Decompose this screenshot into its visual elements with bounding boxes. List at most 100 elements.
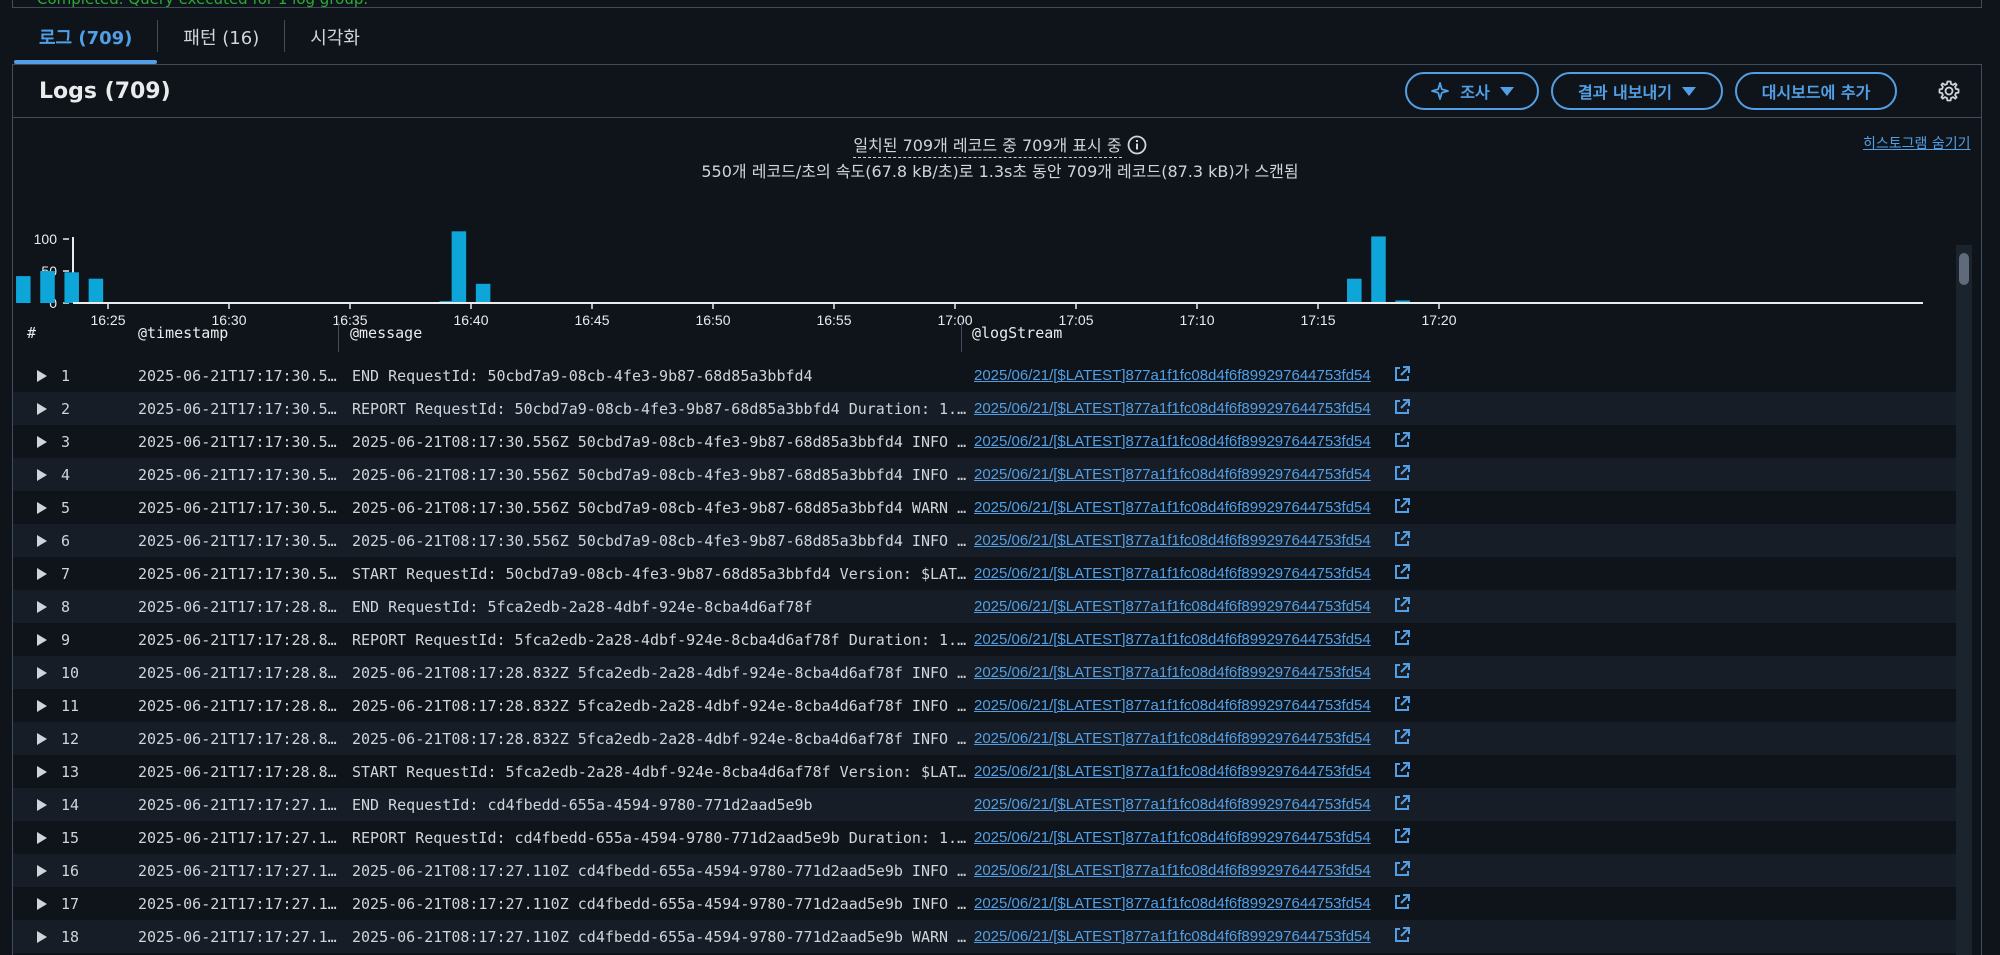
external-link-icon[interactable]	[1393, 662, 1411, 680]
table-row[interactable]: 17 2025-06-21T17:17:27.110+09:00 2025-06-2…	[13, 887, 1963, 920]
row-logstream-link[interactable]: 2025/06/21/[$LATEST]877a1f1fc08d4f6f8992…	[974, 829, 1371, 846]
external-link-icon[interactable]	[1393, 497, 1411, 515]
expand-row-icon[interactable]	[37, 931, 47, 943]
external-link-icon[interactable]	[1393, 827, 1411, 845]
expand-row-icon[interactable]	[37, 634, 47, 646]
table-row[interactable]: 7 2025-06-21T17:17:30.556+09:00 START Requ…	[13, 557, 1963, 590]
table-row[interactable]: 9 2025-06-21T17:17:28.832+09:00 REPORT Req…	[13, 623, 1963, 656]
table-row[interactable]: 6 2025-06-21T17:17:30.556+09:00 2025-06-21…	[13, 524, 1963, 557]
gear-icon[interactable]	[1937, 79, 1961, 103]
row-logstream-link[interactable]: 2025/06/21/[$LATEST]877a1f1fc08d4f6f8992…	[974, 895, 1371, 912]
histogram-bar[interactable]	[88, 278, 104, 303]
expand-row-icon[interactable]	[37, 898, 47, 910]
row-logstream-link[interactable]: 2025/06/21/[$LATEST]877a1f1fc08d4f6f8992…	[974, 796, 1371, 813]
scrollbar-thumb[interactable]	[1959, 253, 1969, 285]
table-row[interactable]: 18 2025-06-21T17:17:27.110+09:00 2025-06-2…	[13, 920, 1963, 953]
external-link-icon[interactable]	[1393, 530, 1411, 548]
histogram-bar[interactable]	[16, 276, 31, 303]
add-to-dashboard-button[interactable]: 대시보드에 추가	[1735, 72, 1897, 110]
column-header-message[interactable]: @message	[350, 324, 422, 342]
row-index: 13	[61, 763, 80, 781]
external-link-icon[interactable]	[1393, 893, 1411, 911]
external-link-icon[interactable]	[1393, 365, 1411, 383]
table-row[interactable]: 15 2025-06-21T17:17:27.110+09:00 REPORT Re…	[13, 821, 1963, 854]
row-logstream-link[interactable]: 2025/06/21/[$LATEST]877a1f1fc08d4f6f8992…	[974, 598, 1371, 615]
expand-row-icon[interactable]	[37, 469, 47, 481]
histogram-bar[interactable]	[475, 283, 491, 303]
tab-logs[interactable]: 로그 (709)	[14, 14, 158, 64]
expand-row-icon[interactable]	[37, 370, 47, 382]
table-row[interactable]: 14 2025-06-21T17:17:27.110+09:00 END Reque…	[13, 788, 1963, 821]
histogram-bar[interactable]	[1371, 236, 1386, 303]
table-row[interactable]: 1 2025-06-21T17:17:30.556+09:00 END Reques…	[13, 359, 1963, 392]
row-logstream-link[interactable]: 2025/06/21/[$LATEST]877a1f1fc08d4f6f8992…	[974, 862, 1371, 879]
table-row[interactable]: 5 2025-06-21T17:17:30.556+09:00 2025-06-21…	[13, 491, 1963, 524]
external-link-icon[interactable]	[1393, 926, 1411, 944]
external-link-icon[interactable]	[1393, 464, 1411, 482]
expand-row-icon[interactable]	[37, 700, 47, 712]
external-link-icon[interactable]	[1393, 563, 1411, 581]
expand-row-icon[interactable]	[37, 766, 47, 778]
table-row[interactable]: 4 2025-06-21T17:17:30.556+09:00 2025-06-21…	[13, 458, 1963, 491]
table-row[interactable]: 12 2025-06-21T17:17:28.832+09:00 2025-06-2…	[13, 722, 1963, 755]
row-logstream-link[interactable]: 2025/06/21/[$LATEST]877a1f1fc08d4f6f8992…	[974, 763, 1371, 780]
column-header-timestamp[interactable]: @timestamp	[138, 324, 228, 342]
external-link-icon[interactable]	[1393, 794, 1411, 812]
expand-row-icon[interactable]	[37, 403, 47, 415]
table-row[interactable]: 8 2025-06-21T17:17:28.832+09:00 END Reques…	[13, 590, 1963, 623]
row-timestamp: 2025-06-21T17:17:30.556+09:00	[138, 466, 344, 484]
row-message: 2025-06-21T08:17:30.556Z 50cbd7a9-08cb-4…	[352, 466, 968, 484]
table-row[interactable]: 13 2025-06-21T17:17:28.832+09:00 START Req…	[13, 755, 1963, 788]
external-link-icon[interactable]	[1393, 695, 1411, 713]
row-logstream-link[interactable]: 2025/06/21/[$LATEST]877a1f1fc08d4f6f8992…	[974, 400, 1371, 417]
table-row[interactable]: 3 2025-06-21T17:17:30.556+09:00 2025-06-21…	[13, 425, 1963, 458]
row-logstream-link[interactable]: 2025/06/21/[$LATEST]877a1f1fc08d4f6f8992…	[974, 631, 1371, 648]
external-link-icon[interactable]	[1393, 761, 1411, 779]
expand-row-icon[interactable]	[37, 832, 47, 844]
hide-histogram-link[interactable]: 히스토그램 숨기기	[1863, 133, 1971, 153]
row-logstream-link[interactable]: 2025/06/21/[$LATEST]877a1f1fc08d4f6f8992…	[974, 466, 1371, 483]
table-row[interactable]: 16 2025-06-21T17:17:27.110+09:00 2025-06-2…	[13, 854, 1963, 887]
investigate-button[interactable]: 조사	[1405, 72, 1539, 110]
external-link-icon[interactable]	[1393, 431, 1411, 449]
row-logstream-link[interactable]: 2025/06/21/[$LATEST]877a1f1fc08d4f6f8992…	[974, 433, 1371, 450]
expand-row-icon[interactable]	[37, 667, 47, 679]
row-logstream-link[interactable]: 2025/06/21/[$LATEST]877a1f1fc08d4f6f8992…	[974, 367, 1371, 384]
expand-row-icon[interactable]	[37, 535, 47, 547]
row-logstream-link[interactable]: 2025/06/21/[$LATEST]877a1f1fc08d4f6f8992…	[974, 730, 1371, 747]
external-link-icon[interactable]	[1393, 860, 1411, 878]
row-logstream-link[interactable]: 2025/06/21/[$LATEST]877a1f1fc08d4f6f8992…	[974, 697, 1371, 714]
row-logstream-link[interactable]: 2025/06/21/[$LATEST]877a1f1fc08d4f6f8992…	[974, 532, 1371, 549]
table-row[interactable]: 11 2025-06-21T17:17:28.832+09:00 2025-06-2…	[13, 689, 1963, 722]
expand-row-icon[interactable]	[37, 502, 47, 514]
export-results-button[interactable]: 결과 내보내기	[1551, 72, 1723, 110]
caret-down-icon	[1499, 86, 1514, 96]
table-row[interactable]: 10 2025-06-21T17:17:28.832+09:00 2025-06-2…	[13, 656, 1963, 689]
external-link-icon[interactable]	[1393, 728, 1411, 746]
expand-row-icon[interactable]	[37, 733, 47, 745]
column-resizer[interactable]	[961, 322, 962, 352]
tab-visualization[interactable]: 시각화	[285, 14, 385, 64]
histogram-bar[interactable]	[64, 272, 79, 303]
info-icon[interactable]	[1127, 135, 1147, 155]
expand-row-icon[interactable]	[37, 436, 47, 448]
histogram-bar[interactable]	[40, 271, 55, 303]
row-logstream-link[interactable]: 2025/06/21/[$LATEST]877a1f1fc08d4f6f8992…	[974, 499, 1371, 516]
histogram-bar[interactable]	[451, 231, 467, 303]
expand-row-icon[interactable]	[37, 601, 47, 613]
table-scrollbar[interactable]	[1956, 245, 1972, 955]
table-row[interactable]: 2 2025-06-21T17:17:30.556+09:00 REPORT Req…	[13, 392, 1963, 425]
row-logstream-link[interactable]: 2025/06/21/[$LATEST]877a1f1fc08d4f6f8992…	[974, 928, 1371, 945]
external-link-icon[interactable]	[1393, 596, 1411, 614]
histogram-bar[interactable]	[1347, 278, 1362, 303]
tab-patterns[interactable]: 패턴 (16)	[158, 14, 284, 64]
external-link-icon[interactable]	[1393, 629, 1411, 647]
expand-row-icon[interactable]	[37, 799, 47, 811]
row-logstream-link[interactable]: 2025/06/21/[$LATEST]877a1f1fc08d4f6f8992…	[974, 565, 1371, 582]
expand-row-icon[interactable]	[37, 865, 47, 877]
column-header-logstream[interactable]: @logStream	[972, 324, 1062, 342]
expand-row-icon[interactable]	[37, 568, 47, 580]
row-logstream-link[interactable]: 2025/06/21/[$LATEST]877a1f1fc08d4f6f8992…	[974, 664, 1371, 681]
column-resizer[interactable]	[338, 322, 339, 352]
external-link-icon[interactable]	[1393, 398, 1411, 416]
